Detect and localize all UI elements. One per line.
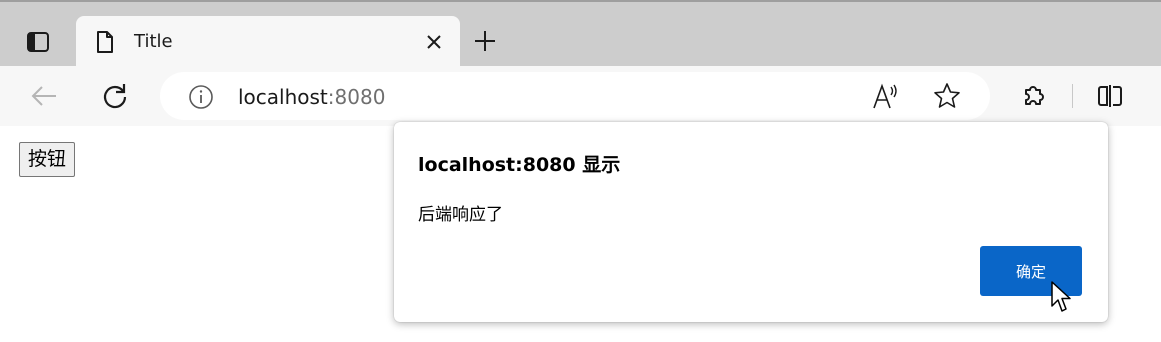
close-tab-button[interactable] [422,30,446,54]
tab-strip: Title [0,0,1161,68]
toolbar: localhost:8080 [0,66,1161,126]
tab-title: Title [134,31,173,52]
extensions-button[interactable] [1016,78,1052,114]
tab-title-page[interactable]: Title [76,16,460,68]
address-bar[interactable]: localhost:8080 [160,72,990,120]
page-icon [97,31,113,53]
page-button[interactable]: 按钮 [19,142,76,177]
info-icon[interactable] [188,84,214,110]
toolbar-divider [1072,84,1073,108]
browser-window: Title localhost:8080 按钮 localhost:8080 显… [0,0,1161,342]
dialog-title: localhost:8080 显示 [418,154,621,176]
plus-icon [475,31,495,51]
tab-actions-icon [27,32,49,52]
mouse-cursor-icon [1051,281,1071,312]
new-tab-button[interactable] [470,26,500,56]
split-screen-icon [1098,85,1122,107]
back-button[interactable] [26,78,62,114]
url-host: localhost [238,85,328,109]
split-screen-button[interactable] [1092,78,1128,114]
refresh-button[interactable] [97,78,133,114]
back-arrow-icon [31,86,56,106]
read-aloud-icon[interactable] [870,82,900,112]
url-port: :8080 [327,85,386,109]
dialog-message: 后端响应了 [418,205,503,225]
close-icon [427,35,441,49]
alert-dialog: localhost:8080 显示 后端响应了 确定 [394,122,1108,322]
extensions-icon [1025,86,1044,105]
star-icon[interactable] [932,81,962,111]
tab-actions-button[interactable] [18,24,58,60]
refresh-icon [103,84,127,109]
url-text[interactable]: localhost:8080 [238,84,385,110]
